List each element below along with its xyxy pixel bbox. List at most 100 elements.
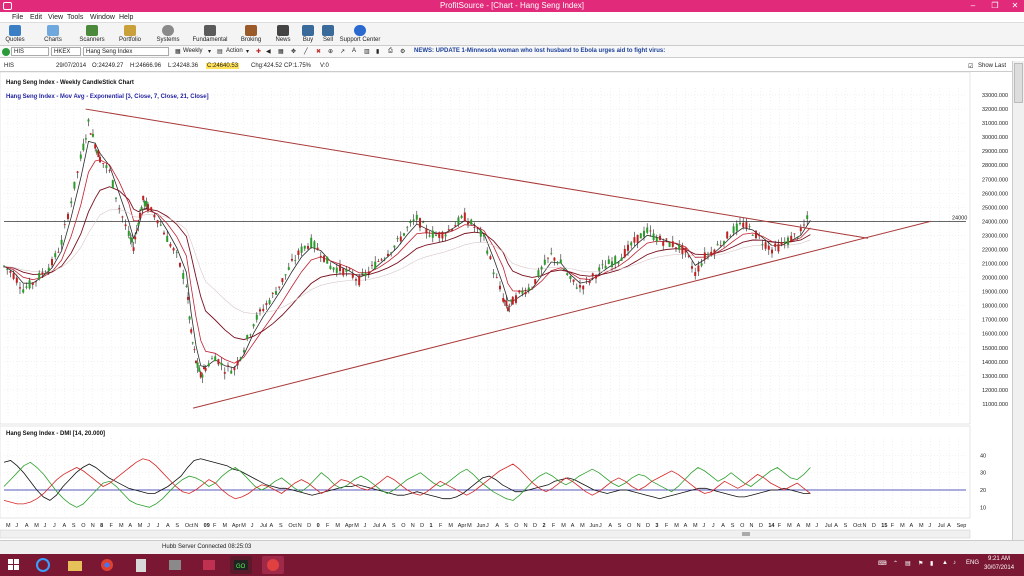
print-icon[interactable]: ⎙ xyxy=(388,48,393,55)
tray-flag-icon[interactable]: ⚑ xyxy=(918,560,923,567)
menu-window[interactable]: Window xyxy=(90,14,115,21)
show-last-checkbox[interactable]: ☑ xyxy=(968,63,973,70)
zoom-icon[interactable]: ⊕ xyxy=(328,48,333,55)
menu-view[interactable]: View xyxy=(48,14,63,21)
back-icon[interactable]: ◀ xyxy=(266,48,271,55)
menu-tools[interactable]: Tools xyxy=(67,14,83,21)
tray-keyboard-icon[interactable]: ⌨ xyxy=(878,560,887,567)
pin-icon[interactable]: ✚ xyxy=(256,48,261,55)
candle-body xyxy=(6,269,9,270)
trend-icon[interactable]: ↗ xyxy=(340,48,345,55)
buy-button[interactable]: Buy xyxy=(299,25,317,43)
candle-body xyxy=(678,244,681,250)
restore-icon[interactable]: ❐ xyxy=(988,1,1002,10)
x-tick-label: Jul xyxy=(938,523,945,529)
support-center-button[interactable]: Support Center xyxy=(338,25,382,43)
bars-icon[interactable]: ▥ xyxy=(364,48,370,55)
news-button[interactable]: News xyxy=(273,25,293,43)
calculator-icon[interactable] xyxy=(130,556,152,574)
news-ticker[interactable]: NEWS: UPDATE 1-Minnesota woman who lost … xyxy=(414,48,665,54)
y-tick-label: 20000.000 xyxy=(982,276,1008,282)
candle-body xyxy=(531,288,533,290)
chart-area[interactable]: Hang Seng Index - Weekly CandleStick Cha… xyxy=(0,71,1012,540)
side-panel-tab[interactable] xyxy=(1014,63,1023,103)
broking-button[interactable]: Broking xyxy=(239,25,263,43)
candle-body xyxy=(193,349,196,351)
settings-icon[interactable]: ⚙ xyxy=(400,48,405,55)
x-tick-label: M xyxy=(6,523,11,529)
start-icon[interactable] xyxy=(4,556,24,574)
x-tick-label: 8 xyxy=(100,523,103,529)
candle-body xyxy=(156,220,159,224)
candle-body xyxy=(255,314,258,320)
vertical-scrollbar[interactable] xyxy=(1012,61,1024,540)
x-tick-label: Jul xyxy=(260,523,267,529)
fundamental-button[interactable]: Fundamental xyxy=(192,25,228,43)
candle-body xyxy=(630,242,633,246)
status-bar: Hubb Server Connected 08:25:03 xyxy=(0,540,1024,554)
line-tool-icon[interactable]: ╱ xyxy=(304,48,308,55)
candle-body xyxy=(767,245,770,250)
chart-canvas[interactable]: Hang Seng Index - Weekly CandleStick Cha… xyxy=(0,71,1012,540)
go-app-icon[interactable]: GO xyxy=(230,556,252,574)
y-tick-label: 30000.000 xyxy=(982,135,1008,141)
news-icon xyxy=(277,25,289,36)
delete-icon[interactable]: ✖ xyxy=(316,48,321,55)
tray-chevron-icon[interactable]: ⌃ xyxy=(893,560,898,567)
language-indicator[interactable]: ENG xyxy=(966,560,979,566)
horizontal-scrollbar[interactable] xyxy=(0,529,971,539)
x-tick-label: F xyxy=(665,523,669,529)
scanners-button[interactable]: Scanners xyxy=(78,25,106,43)
tray-signal-icon[interactable]: ▲ xyxy=(942,560,948,566)
period-dropdown[interactable]: Weekly xyxy=(183,48,203,54)
candle-body xyxy=(196,362,199,368)
clock-time[interactable]: 9:21 AM xyxy=(988,556,1010,562)
sell-button[interactable]: Sell xyxy=(319,25,337,43)
tray-volume-icon[interactable]: ♪ xyxy=(953,560,956,566)
ie-icon[interactable] xyxy=(32,556,54,574)
quotes-button[interactable]: Quotes xyxy=(4,25,26,43)
explorer-icon[interactable] xyxy=(64,556,86,574)
menu-file[interactable]: File xyxy=(12,14,23,21)
x-tick-label: O xyxy=(401,523,406,529)
y-tick-label: 21000.000 xyxy=(982,262,1008,268)
clock-date[interactable]: 30/07/2014 xyxy=(984,565,1014,571)
systems-button[interactable]: Systems xyxy=(154,25,182,43)
profitsource-taskbar-icon[interactable] xyxy=(262,556,284,574)
symbol-name-field[interactable]: Hang Seng Index xyxy=(83,47,169,56)
charts-button[interactable]: Charts xyxy=(42,25,64,43)
period-chevron-icon[interactable]: ▾ xyxy=(208,48,211,55)
menu-help[interactable]: Help xyxy=(119,14,133,21)
action-chevron-icon[interactable]: ▾ xyxy=(246,48,249,55)
candle-body xyxy=(780,242,783,245)
close-icon[interactable]: ✕ xyxy=(1008,1,1022,10)
y-tick-label: 29000.000 xyxy=(982,149,1008,155)
app-red-icon[interactable] xyxy=(198,556,220,574)
chrome-icon[interactable] xyxy=(96,556,118,574)
candle-body xyxy=(335,267,338,273)
code-field[interactable]: HKEX xyxy=(51,47,81,56)
exchange-field[interactable]: HIS xyxy=(11,47,49,56)
text-icon[interactable]: A xyxy=(352,48,356,54)
dmi-title: Hang Seng Index - DMI [14, 20.000] xyxy=(6,431,105,437)
x-tick-label: J xyxy=(15,523,18,529)
paint-icon[interactable] xyxy=(164,556,186,574)
candles-icon[interactable]: ▮ xyxy=(376,48,379,55)
portfolio-button[interactable]: Portfolio xyxy=(116,25,144,43)
tray-battery-icon[interactable]: ▮ xyxy=(930,560,933,567)
info-date: 29/07/2014 xyxy=(56,63,87,69)
grid-icon[interactable]: ▦ xyxy=(278,48,284,55)
candle-body xyxy=(796,237,799,239)
menu-edit[interactable]: Edit xyxy=(30,14,42,21)
candle-body xyxy=(409,221,412,224)
candle-body xyxy=(393,245,396,248)
tray-network-icon[interactable]: ▤ xyxy=(905,560,911,567)
crosshair-icon[interactable]: ✥ xyxy=(291,48,296,55)
x-tick-label: A xyxy=(571,523,575,529)
x-tick-label: S xyxy=(72,523,76,529)
scroll-thumb[interactable] xyxy=(742,532,750,536)
minimize-icon[interactable]: – xyxy=(966,1,980,10)
candle-body xyxy=(259,309,261,312)
action-dropdown[interactable]: Action xyxy=(226,48,243,54)
candle-body xyxy=(87,119,90,122)
